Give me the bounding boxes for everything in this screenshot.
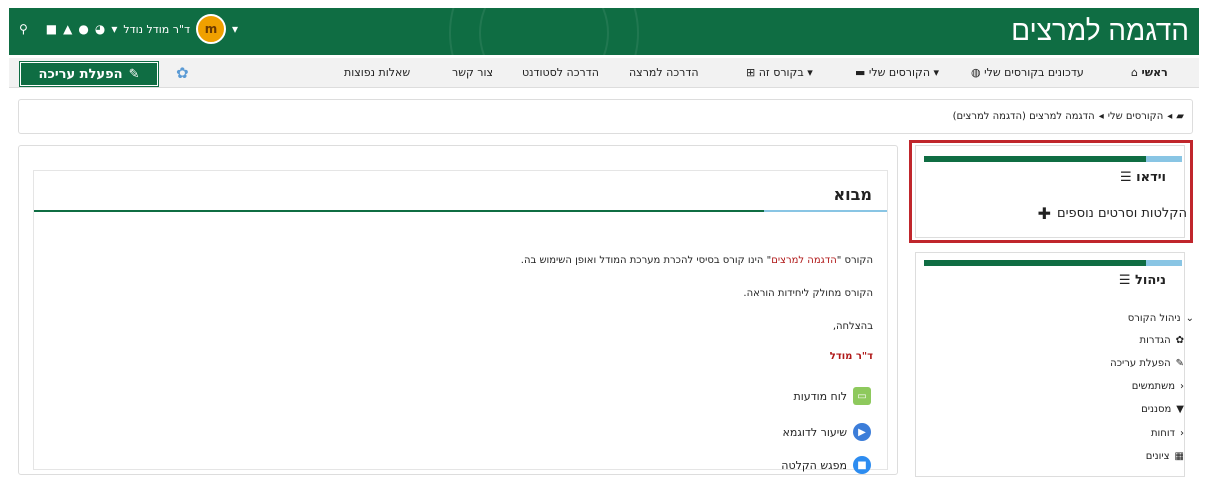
chevron-down-icon: ▾ — [930, 66, 940, 79]
admin-filters[interactable]: ▼ מסננים — [1141, 404, 1184, 415]
admin-item-label[interactable]: הפעלת עריכה — [1110, 358, 1170, 369]
bell-icon[interactable]: ▲ — [63, 22, 72, 36]
nav-my-courses-label: הקורסים שלי — [868, 66, 931, 79]
nav-this-course[interactable]: ▾ בקורס זה ⊞ — [746, 66, 813, 79]
breadcrumb-my-courses[interactable]: הקורסים שלי — [1108, 111, 1164, 122]
admin-title-text: ניהול — [1135, 273, 1166, 288]
nav-home[interactable]: ראשי ⌂ — [1131, 66, 1168, 79]
home-icon: ⌂ — [1131, 66, 1138, 79]
sitemap-icon: ⊞ — [746, 66, 756, 79]
breadcrumb-course[interactable]: הדגמה למרצים (הדגמה למרצים) — [953, 111, 1095, 122]
folder-open-icon: ▰ — [1176, 111, 1184, 122]
search-icon[interactable]: ⚲ — [19, 22, 28, 36]
filter-icon: ▼ — [1176, 404, 1184, 415]
activity-sample-lesson[interactable]: ▶ שיעור לדוגמא — [783, 423, 871, 441]
admin-item-label[interactable]: משתמשים — [1132, 381, 1175, 392]
edit-mode-label: הפעלת עריכה — [38, 66, 123, 82]
nav-home-label: ראשי — [1141, 66, 1168, 79]
chevron-circle-icon: ◂ — [1098, 111, 1104, 122]
gear-icon: ✿ — [1175, 335, 1184, 346]
section-title: מבוא — [833, 185, 872, 204]
site-name[interactable]: הדגמה למרצים — [1011, 15, 1189, 47]
user-menu[interactable]: ▾ m ד"ר מודל נודל ▾ ◕ ● ▲ ■ ⚲ — [19, 14, 238, 44]
section-divider — [34, 210, 887, 212]
forum-icon: ▭ — [853, 387, 871, 405]
nav-course-updates[interactable]: עדכונים בקורסים שלי ◍ — [971, 66, 1084, 79]
briefcase-icon: ▬ — [855, 66, 866, 79]
activity-recording-meeting[interactable]: ■ מפגש הקלטה — [781, 456, 871, 474]
table-icon: ▦ — [1174, 451, 1184, 462]
activity-label[interactable]: מפגש הקלטה — [781, 459, 847, 472]
activity-forum[interactable]: ▭ לוח מודעות — [793, 387, 871, 405]
chevron-circle-icon: ◂ — [1167, 111, 1173, 122]
admin-block-title: ניהול ☰ — [1119, 273, 1166, 288]
admin-edit-mode[interactable]: ✎ הפעלת עריכה — [1110, 358, 1184, 369]
hamburger-icon[interactable]: ☰ — [1119, 273, 1131, 288]
chevron-right-icon: ‹ — [1180, 381, 1184, 392]
main-navbar: ✎ הפעלת עריכה ✿ שאלות נפוצות צור קשר הדר… — [9, 58, 1199, 88]
highlight-box — [909, 140, 1193, 243]
activity-label[interactable]: שיעור לדוגמא — [783, 426, 847, 439]
camera-icon: ■ — [853, 456, 871, 474]
chevron-down-icon: ⌄ — [1185, 313, 1194, 324]
admin-item-label[interactable]: ציונים — [1146, 451, 1170, 462]
chevron-right-icon: ‹ — [1180, 428, 1184, 439]
video-camera-icon[interactable]: ■ — [46, 22, 57, 36]
intro-text-2: הקורס מחולק ליחידות הוראה. — [743, 288, 873, 299]
admin-item-label[interactable]: ניהול הקורס — [1128, 313, 1181, 324]
globe-icon[interactable]: ◕ — [95, 22, 105, 36]
dashboard-icon: ◍ — [971, 66, 981, 79]
nav-faq[interactable]: שאלות נפוצות — [344, 66, 410, 79]
admin-item-label[interactable]: מסננים — [1141, 404, 1171, 415]
avatar[interactable]: m — [196, 14, 227, 44]
activity-label[interactable]: לוח מודעות — [793, 390, 847, 403]
course-section-intro: מבוא הקורס "הדגמה למרצים" הינו קורס בסיס… — [33, 170, 888, 474]
pencil-icon: ✎ — [1175, 358, 1184, 369]
header-decoration — [479, 8, 609, 55]
breadcrumb: ▰ ◂ הקורסים שלי ◂ הדגמה למרצים (הדגמה למ… — [953, 111, 1184, 122]
nav-lecturer-guide[interactable]: הדרכה למרצה — [629, 66, 699, 79]
course-name-highlight: הדגמה למרצים — [771, 255, 837, 266]
nav-this-course-label: בקורס זה — [758, 66, 804, 79]
admin-reports[interactable]: ‹ דוחות — [1151, 428, 1184, 439]
admin-item-label[interactable]: דוחות — [1151, 428, 1175, 439]
edit-mode-button[interactable]: ✎ הפעלת עריכה — [19, 61, 159, 87]
gear-icon[interactable]: ✿ — [176, 64, 189, 82]
admin-course-management[interactable]: ⌄ ניהול הקורס — [1128, 313, 1194, 324]
block-accent-bar — [924, 260, 1182, 266]
user-name[interactable]: ד"ר מודל נודל — [123, 23, 190, 36]
nav-student-guide[interactable]: הדרכה לסטודנט — [522, 66, 599, 79]
nav-contact[interactable]: צור קשר — [452, 66, 493, 79]
admin-grades[interactable]: ▦ ציונים — [1146, 451, 1184, 462]
intro-text-3: בהצלחה, — [832, 321, 873, 332]
video-play-icon: ▶ — [853, 423, 871, 441]
nav-my-courses[interactable]: ▾ הקורסים שלי ▬ — [855, 66, 939, 79]
admin-users[interactable]: ‹ משתמשים — [1132, 381, 1184, 392]
nav-course-updates-label: עדכונים בקורסים שלי — [984, 66, 1084, 79]
dropdown-caret-icon[interactable]: ▾ — [232, 22, 238, 36]
breadcrumb-container: ▰ ◂ הקורסים שלי ◂ הדגמה למרצים (הדגמה למ… — [18, 99, 1193, 134]
admin-settings[interactable]: ✿ הגדרות — [1140, 335, 1184, 346]
intro-suffix: " הינו קורס בסיסי להכרת מערכת המודל ואופ… — [520, 255, 772, 266]
pencil-square-icon: ✎ — [128, 66, 140, 82]
chat-icon[interactable]: ● — [78, 22, 88, 36]
chevron-down-icon[interactable]: ▾ — [111, 22, 117, 36]
intro-text: הקורס "הדגמה למרצים" הינו קורס בסיסי להכ… — [521, 255, 873, 266]
top-header: הדגמה למרצים ▾ m ד"ר מודל נודל ▾ ◕ ● ▲ ■… — [9, 8, 1199, 55]
chevron-down-icon: ▾ — [803, 66, 813, 79]
signature: ד"ר מודל — [829, 351, 873, 362]
admin-item-label[interactable]: הגדרות — [1140, 335, 1171, 346]
intro-prefix: הקורס " — [836, 255, 873, 266]
